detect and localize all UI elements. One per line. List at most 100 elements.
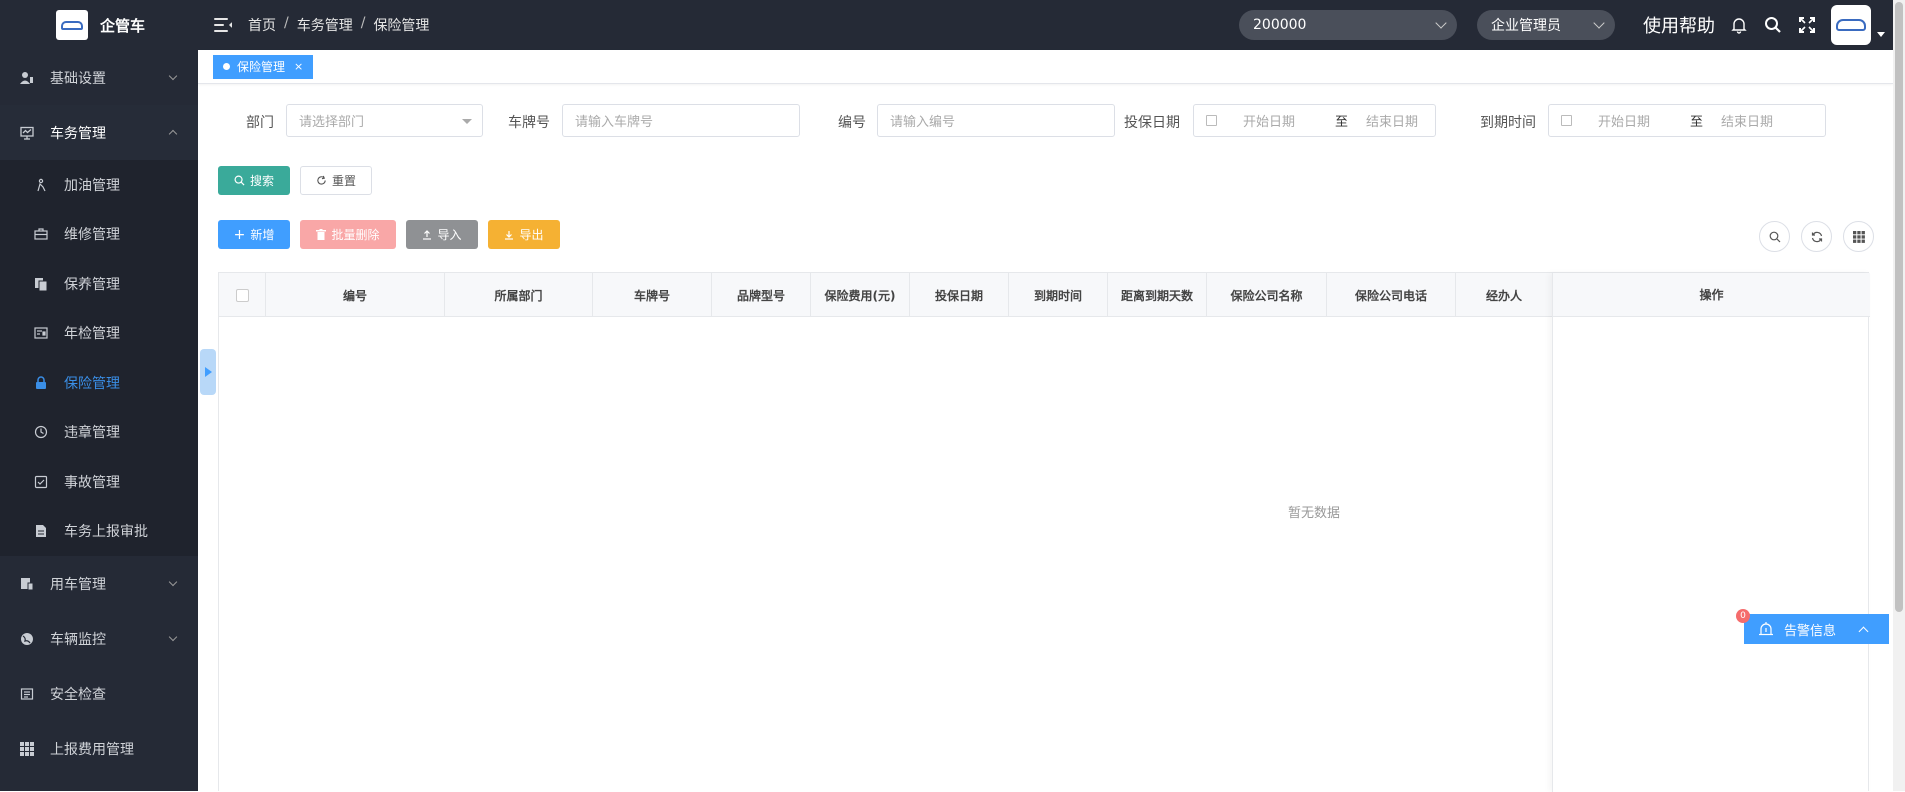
col-expire-date[interactable]: 到期时间 [1009,273,1108,317]
col-days-left[interactable]: 距离到期天数 [1108,273,1207,317]
col-department[interactable]: 所属部门 [445,273,593,317]
checklist-icon [20,687,34,701]
add-button-label: 新增 [250,228,275,242]
sidebar-group-vehicle-monitor[interactable]: 车辆监控 [0,611,198,666]
col-brand-model[interactable]: 品牌型号 [712,273,811,317]
scrollbar-thumb[interactable] [1895,2,1903,612]
reset-button[interactable]: 重置 [300,166,372,195]
sidebar-item-violation[interactable]: 违章管理 [0,408,198,458]
fullscreen-icon[interactable] [1797,15,1817,35]
dept-select[interactable]: 请选择部门 [286,104,483,137]
plate-input[interactable]: 请输入车牌号 [562,104,800,137]
dept-label: 部门 [246,115,274,131]
sidebar-item-label: 加油管理 [64,177,120,194]
chevron-down-icon [168,71,178,81]
lock-icon [34,376,48,390]
sidebar-fold-handle[interactable] [200,349,216,395]
sidebar-item-maintenance[interactable]: 保养管理 [0,259,198,309]
role-select-value: 企业管理员 [1491,18,1561,34]
collapse-menu-icon[interactable] [214,18,232,32]
user-avatar[interactable] [1831,5,1871,45]
sidebar-group-vehicle-use[interactable]: 用车管理 [0,556,198,611]
sidebar-group-fleet-affairs[interactable]: 车务管理 [0,105,198,160]
code-input[interactable]: 请输入编号 [877,104,1115,137]
alarm-label: 告警信息 [1784,623,1837,639]
sidebar-group-basic-settings[interactable]: 基础设置 [0,50,198,105]
company-select-value: 200000 [1253,17,1307,33]
inspection-icon [34,326,48,340]
calendar-icon [1561,115,1572,126]
tab-insurance[interactable]: 保险管理 × [213,54,314,79]
import-button-label: 导入 [437,228,462,242]
toggle-search-button[interactable] [1759,221,1790,252]
fuel-icon [34,178,48,192]
col-insurer-name[interactable]: 保险公司名称 [1207,273,1327,317]
expire-date-range[interactable]: 开始日期 至 结束日期 [1548,104,1826,137]
plus-icon: + [233,226,246,243]
tab-label: 保险管理 [237,60,286,74]
sidebar-group-label: 安全检查 [50,686,106,703]
col-handler[interactable]: 经办人 [1456,273,1552,317]
caret-down-icon[interactable] [1877,31,1885,37]
bell-icon[interactable] [1729,15,1749,35]
company-select[interactable]: 200000 [1239,10,1457,40]
sidebar-item-annual-inspection[interactable]: 年检管理 [0,309,198,359]
sidebar-item-label: 维修管理 [64,227,120,244]
sidebar-item-label: 事故管理 [64,474,120,491]
page-scrollbar[interactable] [1893,0,1905,791]
sidebar-item-report-approval[interactable]: 车务上报审批 [0,507,198,557]
dept-placeholder: 请选择部门 [299,115,365,130]
col-premium[interactable]: 保险费用(元) [811,273,910,317]
refresh-button[interactable] [1801,221,1832,252]
select-all-checkbox[interactable] [235,288,249,302]
chevron-down-icon [168,632,178,642]
sidebar-item-repair[interactable]: 维修管理 [0,210,198,260]
chevron-up-icon [168,129,178,139]
globe-icon [20,632,34,646]
sidebar-item-label: 违章管理 [64,425,120,442]
help-link[interactable]: 使用帮助 [1643,12,1715,38]
batch-delete-label: 批量删除 [331,228,380,242]
sidebar-group-safety-check[interactable]: 安全检查 [0,666,198,721]
documents-icon [34,277,48,292]
close-icon[interactable]: × [294,60,303,73]
chevron-down-icon [1435,17,1447,29]
chevron-up-icon [1858,626,1869,636]
trash-icon [316,229,327,240]
columns-button[interactable] [1843,221,1874,252]
refresh-icon [317,175,326,185]
operations-column: 操作 [1552,273,1870,792]
chevron-down-icon [462,119,472,124]
range-separator: 至 [1335,115,1349,130]
search-button[interactable]: 搜索 [218,166,290,195]
sidebar-group-expense-report[interactable]: 上报费用管理 [0,721,198,776]
col-insure-date[interactable]: 投保日期 [910,273,1009,317]
insurance-table: 编号 所属部门 车牌号 品牌型号 保险费用(元) 投保日期 到期时间 距离到期天… [218,272,1870,792]
import-button[interactable]: 导入 [406,220,478,249]
app-name: 企管车 [100,16,146,35]
role-select[interactable]: 企业管理员 [1477,10,1615,40]
search-button-label: 搜索 [249,174,274,188]
col-insurer-phone[interactable]: 保险公司电话 [1327,273,1456,317]
batch-delete-button[interactable]: 批量删除 [300,220,396,249]
sidebar-item-insurance[interactable]: 保险管理 [0,358,198,408]
insure-date-range[interactable]: 开始日期 至 结束日期 [1193,104,1436,137]
col-code[interactable]: 编号 [266,273,445,317]
alarm-panel-button[interactable]: 告警信息 [1744,614,1889,644]
add-button[interactable]: + 新增 [218,220,290,249]
search-icon[interactable] [1763,15,1783,35]
sidebar-item-fuel[interactable]: 加油管理 [0,160,198,210]
active-dot-icon [223,63,230,70]
code-label: 编号 [838,115,866,131]
reset-button-label: 重置 [331,174,356,188]
monitor-icon [20,126,34,140]
breadcrumb-home[interactable]: 首页 [248,15,276,35]
sidebar-item-accident[interactable]: 事故管理 [0,457,198,507]
sidebar-group-label: 车务管理 [50,125,106,142]
search-icon [234,175,245,186]
arrow-right-icon [204,367,212,377]
export-button[interactable]: 导出 [488,220,560,249]
sidebar-item-label: 车务上报审批 [64,524,148,541]
breadcrumb-fleet-affairs[interactable]: 车务管理 [297,15,353,35]
col-plate[interactable]: 车牌号 [593,273,712,317]
